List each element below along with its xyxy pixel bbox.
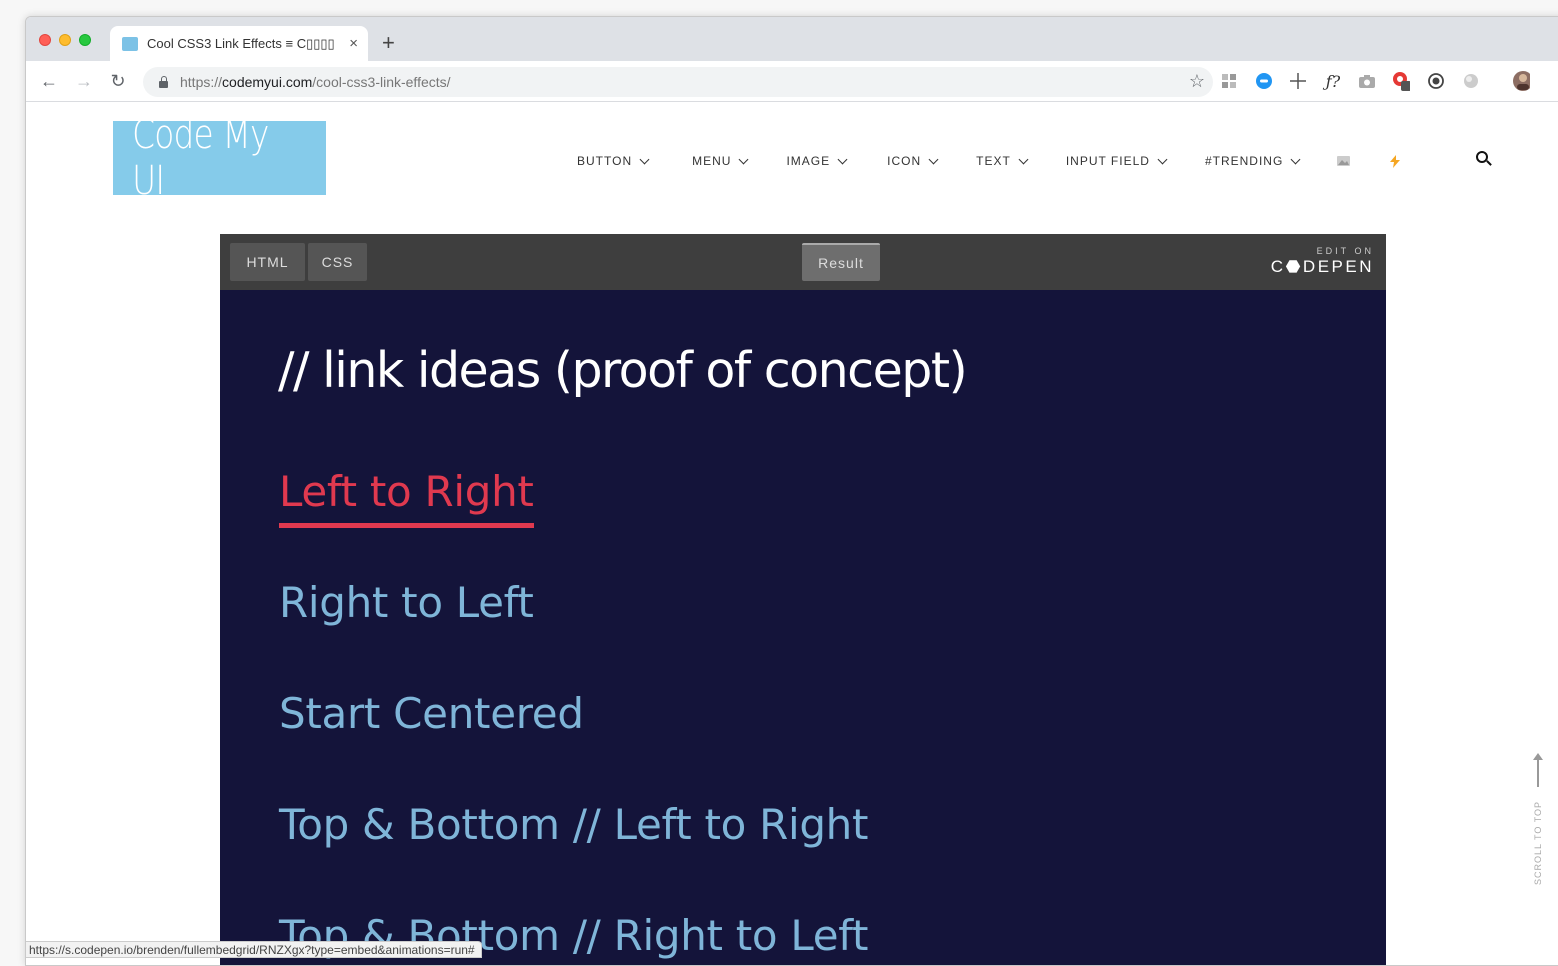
- maximize-window-button[interactable]: [79, 34, 91, 46]
- nav-image-icon[interactable]: [1337, 156, 1351, 166]
- browser-tab[interactable]: Cool CSS3 Link Effects ≡ C▯▯▯▯ ×: [110, 26, 368, 61]
- function-icon[interactable]: ƒ?: [1324, 72, 1342, 91]
- nav-item-menu[interactable]: MENU: [692, 154, 749, 168]
- reload-icon[interactable]: ↻: [107, 70, 129, 92]
- nav-item-image[interactable]: IMAGE: [786, 154, 848, 168]
- chevron-down-icon: [639, 154, 650, 164]
- tab-bar: Cool CSS3 Link Effects ≡ C▯▯▯▯ × +: [26, 17, 1558, 61]
- lightning-icon[interactable]: [1390, 154, 1401, 168]
- forward-arrow-icon[interactable]: →: [73, 70, 95, 92]
- site-logo[interactable]: Code My UI: [113, 112, 326, 204]
- demo-title: // link ideas (proof of concept): [278, 342, 968, 399]
- grid-icon[interactable]: [1220, 72, 1238, 90]
- tab-close-icon[interactable]: ×: [349, 35, 358, 52]
- favicon-icon: [122, 36, 138, 51]
- link-underline: [279, 523, 534, 528]
- tab-result[interactable]: Result: [802, 243, 880, 281]
- nav-item-text[interactable]: TEXT: [976, 154, 1029, 168]
- chevron-down-icon: [1018, 154, 1029, 164]
- nav-item-input-field[interactable]: INPUT FIELD: [1066, 154, 1168, 168]
- close-window-button[interactable]: [39, 34, 51, 46]
- embed-toolbar: HTML CSS Result EDIT ON C⬣DEPEN: [220, 234, 1386, 290]
- red-extension-icon[interactable]: [1392, 72, 1410, 91]
- tab-title: Cool CSS3 Link Effects ≡ C▯▯▯▯: [147, 35, 335, 51]
- lock-icon: [159, 76, 168, 88]
- chevron-down-icon: [928, 154, 939, 164]
- camera-icon[interactable]: [1358, 72, 1376, 90]
- search-icon[interactable]: [1476, 151, 1494, 169]
- blue-circle-icon[interactable]: [1255, 72, 1273, 90]
- profile-avatar[interactable]: [1512, 71, 1530, 91]
- link-left-to-right[interactable]: Left to Right: [279, 467, 534, 528]
- url-text[interactable]: https://codemyui.com/cool-css3-link-effe…: [180, 74, 451, 90]
- codepen-logo: C⬣DEPEN: [1270, 257, 1374, 276]
- tab-css[interactable]: CSS: [308, 243, 367, 281]
- chevron-down-icon: [837, 154, 848, 164]
- address-bar[interactable]: https://codemyui.com/cool-css3-link-effe…: [143, 67, 1213, 97]
- record-icon[interactable]: [1427, 72, 1445, 90]
- nav-item-trending[interactable]: #TRENDING: [1205, 154, 1301, 168]
- link-start-centered[interactable]: Start Centered: [279, 689, 584, 738]
- bookmark-star-icon[interactable]: ☆: [1189, 71, 1205, 92]
- link-top-bottom-left-to-right[interactable]: Top & Bottom // Left to Right: [279, 800, 868, 849]
- main-nav: BUTTON MENU IMAGE ICON TEXT INPUT FIELD …: [577, 153, 1401, 169]
- tab-html[interactable]: HTML: [230, 243, 305, 281]
- chevron-down-icon: [739, 154, 749, 164]
- link-right-to-left[interactable]: Right to Left: [279, 578, 534, 627]
- browser-window: Cool CSS3 Link Effects ≡ C▯▯▯▯ × + ← → ↻…: [25, 16, 1558, 966]
- page-content: Code My UI BUTTON MENU IMAGE ICON TEXT I…: [26, 103, 1558, 965]
- browser-toolbar: ← → ↻ https://codemyui.com/cool-css3-lin…: [26, 61, 1558, 102]
- nav-item-button[interactable]: BUTTON: [577, 154, 650, 168]
- back-arrow-icon[interactable]: ←: [38, 70, 60, 92]
- codepen-embed: HTML CSS Result EDIT ON C⬣DEPEN // link …: [220, 234, 1386, 965]
- nav-item-icon[interactable]: ICON: [887, 154, 939, 168]
- move-icon[interactable]: [1289, 72, 1307, 90]
- chevron-down-icon: [1290, 154, 1301, 164]
- minimize-window-button[interactable]: [59, 34, 71, 46]
- status-bar-url: https://s.codepen.io/brenden/fullembedgr…: [26, 941, 482, 958]
- edit-on-codepen-link[interactable]: EDIT ON C⬣DEPEN: [1271, 246, 1374, 277]
- new-tab-button[interactable]: +: [382, 30, 395, 56]
- scroll-to-top-button[interactable]: SCROLL TO TOP: [1526, 753, 1550, 893]
- grey-circle-icon[interactable]: [1462, 72, 1480, 90]
- chevron-down-icon: [1157, 154, 1168, 164]
